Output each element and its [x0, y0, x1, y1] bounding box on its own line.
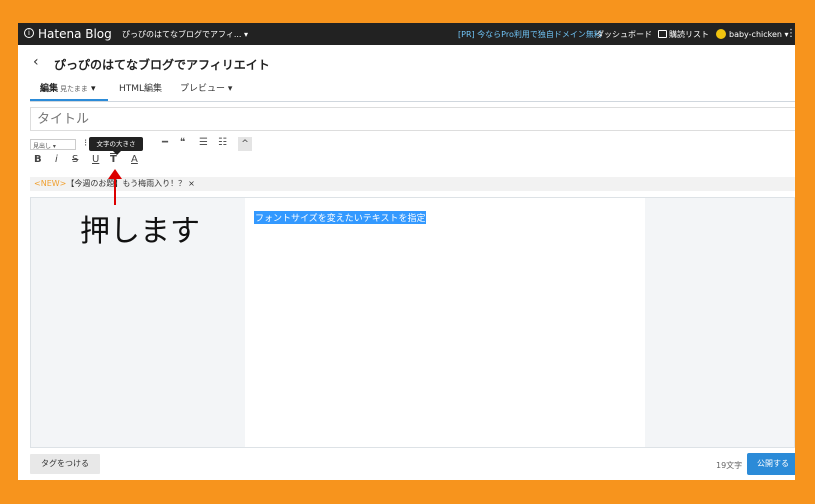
- quote-icon[interactable]: ❝: [180, 137, 185, 148]
- brand-name[interactable]: Hatena Blog: [38, 27, 112, 41]
- reading-list-link[interactable]: 購読リスト: [658, 29, 709, 40]
- editor-body[interactable]: フォントサイズを変えたいテキストを指定: [245, 198, 645, 447]
- grid-icon[interactable]: ⋮: [786, 28, 795, 39]
- chevron-down-icon: ▾: [227, 84, 233, 94]
- italic-button[interactable]: i: [55, 154, 58, 165]
- avatar: [716, 29, 726, 39]
- close-icon[interactable]: ×: [188, 179, 195, 188]
- dashboard-link[interactable]: ダッシュボード: [596, 29, 652, 40]
- reading-list-label: 購読リスト: [669, 30, 709, 39]
- top-navigation-bar: i Hatena Blog ぴっぴのはてなブログでアフィ... ▾ [PR] 今…: [18, 23, 795, 45]
- bold-button[interactable]: B: [34, 154, 42, 165]
- hatena-logo-icon[interactable]: i: [24, 28, 34, 38]
- new-badge: <NEW>: [34, 179, 67, 188]
- annotation-text: 押します: [80, 214, 200, 249]
- weekly-topic-notice: <NEW>【今週のお題】もう梅雨入り！？ ×: [30, 177, 795, 191]
- title-input[interactable]: [30, 107, 795, 131]
- heading-select[interactable]: 見出し ▾: [30, 139, 76, 150]
- publish-button[interactable]: 公開する: [747, 453, 795, 475]
- back-button[interactable]: ‹: [33, 54, 39, 70]
- horizontal-rule-icon[interactable]: ━: [162, 137, 168, 148]
- user-name: baby-chicken ▾: [729, 30, 789, 39]
- strikethrough-button[interactable]: S: [72, 154, 78, 165]
- page-title: ぴっぴのはてなブログでアフィリエイト: [54, 58, 270, 72]
- underline-button[interactable]: U: [92, 154, 99, 165]
- editor-window: i Hatena Blog ぴっぴのはてなブログでアフィ... ▾ [PR] 今…: [18, 23, 795, 480]
- tab-preview[interactable]: プレビュー ▾: [180, 81, 232, 94]
- format-toolbar: B i S U T A: [30, 154, 330, 170]
- blog-selector[interactable]: ぴっぴのはてなブログでアフィ... ▾: [122, 29, 248, 40]
- chevron-down-icon: ▾: [90, 84, 96, 94]
- selected-text[interactable]: フォントサイズを変えたいテキストを指定: [254, 211, 427, 224]
- post-header: ‹ ぴっぴのはてなブログでアフィリエイト: [18, 45, 795, 75]
- font-size-tooltip: 文字の大きさ: [89, 137, 143, 155]
- character-count: 19文字: [716, 461, 743, 470]
- tab-html-edit[interactable]: HTML編集: [119, 81, 162, 94]
- active-tab-indicator: [30, 99, 108, 101]
- annotation-arrow-head: [108, 169, 122, 179]
- reading-list-icon: [658, 30, 667, 38]
- tab-edit[interactable]: 編集 見たまま ▾: [40, 81, 95, 94]
- list-icon[interactable]: ⁝: [84, 138, 87, 149]
- pro-promo-link[interactable]: [PR] 今ならPro利用で独自ドメイン無料: [458, 29, 602, 40]
- text-color-button[interactable]: A: [131, 154, 138, 165]
- tab-edit-label: 編集: [40, 84, 59, 94]
- editor-toolbar: 見出し ▾ ⁝ ━ ❝ ☰ ☷ ^: [30, 137, 330, 153]
- user-menu[interactable]: baby-chicken ▾: [716, 29, 789, 39]
- align-icon[interactable]: ☷: [218, 137, 227, 148]
- table-icon[interactable]: ☰: [199, 137, 208, 148]
- weekly-topic-link[interactable]: 【今週のお題】もう梅雨入り！？: [66, 179, 186, 188]
- editor-tabs: 編集 見たまま ▾ HTML編集 プレビュー ▾: [30, 79, 795, 102]
- tab-preview-label: プレビュー: [180, 84, 226, 94]
- collapse-toolbar-button[interactable]: ^: [238, 137, 252, 151]
- editor-footer: タグをつける 19文字 公開する: [18, 450, 795, 480]
- tab-edit-mode: 見たまま: [60, 85, 88, 93]
- add-tag-button[interactable]: タグをつける: [30, 454, 100, 474]
